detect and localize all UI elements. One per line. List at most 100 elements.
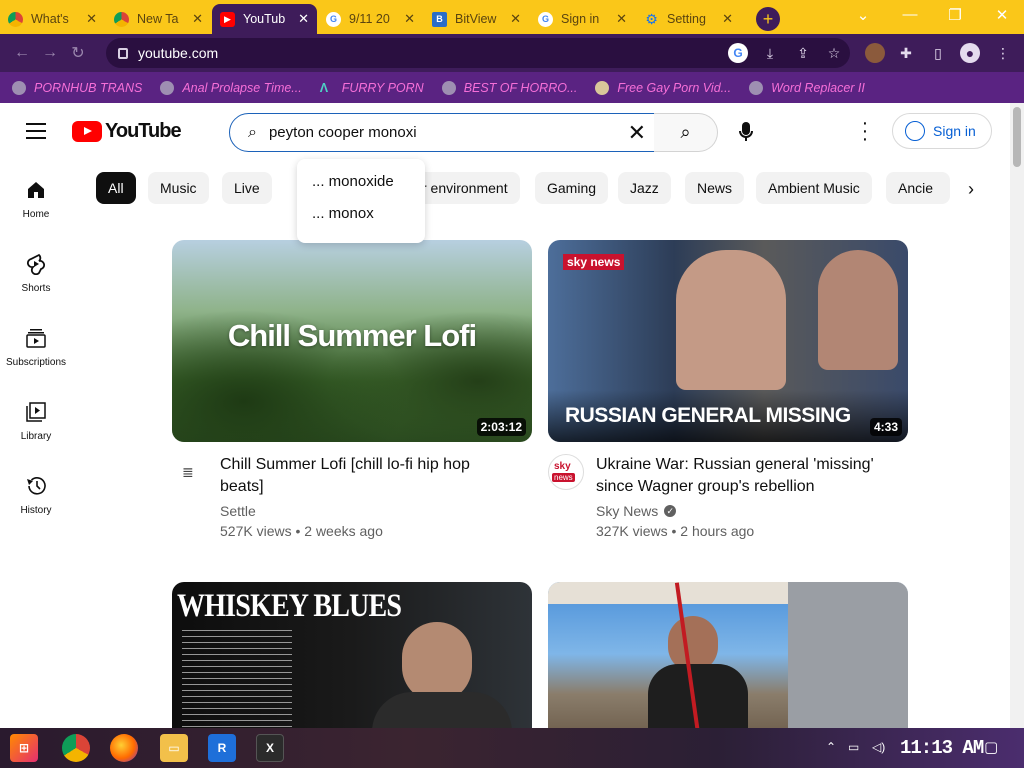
google-lens-icon[interactable]: G xyxy=(728,43,748,63)
taskbar-clock[interactable]: 11:13 AM xyxy=(900,737,984,759)
chip[interactable]: Ancie xyxy=(886,172,950,204)
channel-name[interactable]: Settle xyxy=(220,503,256,519)
page-scrollbar[interactable] xyxy=(1010,103,1024,728)
app-icon[interactable]: X xyxy=(256,734,284,762)
bookmark-item[interactable]: BEST OF HORRO... xyxy=(441,80,577,95)
browser-tab[interactable]: ⚙ Setting ✕ xyxy=(636,4,741,34)
scrollbar-thumb[interactable] xyxy=(1013,107,1021,167)
browser-tab[interactable]: G Sign in ✕ xyxy=(530,4,635,34)
close-tab-icon[interactable]: ✕ xyxy=(616,11,627,27)
guide-item-history[interactable]: History xyxy=(0,455,72,529)
browser-tab[interactable]: B BitView ✕ xyxy=(424,4,529,34)
start-button-icon[interactable]: ⊞ xyxy=(10,734,38,762)
close-tab-icon[interactable]: ✕ xyxy=(192,11,203,27)
reload-icon[interactable]: ↻ xyxy=(64,43,92,63)
tab-title: 9/11 20 xyxy=(349,12,390,26)
youtube-logo[interactable]: YouTube xyxy=(72,120,182,143)
menu-kebab-icon[interactable]: ⋮ xyxy=(993,43,1013,63)
bookmark-item[interactable]: Word Replacer II xyxy=(749,80,865,95)
close-tab-icon[interactable]: ✕ xyxy=(510,11,521,27)
channel-name[interactable]: Sky News ✓ xyxy=(596,503,677,519)
close-tab-icon[interactable]: ✕ xyxy=(86,11,97,27)
search-suggestion[interactable]: ... monox xyxy=(297,205,425,237)
bookmark-item[interactable]: Free Gay Porn Vid... xyxy=(595,80,731,95)
hamburger-menu-icon[interactable] xyxy=(26,123,46,139)
browser-tab[interactable]: What's ✕ xyxy=(0,4,105,34)
bookmark-label: Word Replacer II xyxy=(771,80,865,95)
chrome-icon[interactable] xyxy=(62,734,90,762)
bookmark-item[interactable]: PORNHUB TRANS xyxy=(12,80,142,95)
guide-label: Library xyxy=(20,431,52,442)
chip[interactable]: Live xyxy=(222,172,272,204)
browser-tab[interactable]: G 9/11 20 ✕ xyxy=(318,4,423,34)
new-tab-button[interactable]: + xyxy=(756,7,780,31)
chip[interactable]: r environment xyxy=(410,172,520,204)
chip[interactable]: News xyxy=(685,172,745,204)
tray-chevron-icon[interactable]: ⌃ xyxy=(826,740,836,754)
browser-tab-active[interactable]: ▶ YouTub ✕ xyxy=(212,4,317,34)
duration-badge: 2:03:12 xyxy=(476,418,526,436)
back-icon[interactable]: ← xyxy=(8,44,36,62)
guide-item-home[interactable]: Home xyxy=(0,159,72,233)
video-title[interactable]: Chill Summer Lofi [chill lo-fi hip hop b… xyxy=(220,454,510,498)
close-window-icon[interactable]: ✕ xyxy=(987,6,1017,24)
clear-search-icon[interactable]: ✕ xyxy=(628,120,646,146)
settings-kebab-icon[interactable]: · · · xyxy=(858,113,872,149)
chip[interactable]: Ambient Music xyxy=(756,172,872,204)
guide-item-subscriptions[interactable]: Subscriptions xyxy=(0,307,72,381)
guide-item-library[interactable]: Library xyxy=(0,381,72,455)
youtube-play-icon xyxy=(72,121,102,142)
bookmark-star-icon[interactable]: ☆ xyxy=(824,43,844,63)
close-tab-icon[interactable]: ✕ xyxy=(404,11,415,27)
voice-search-mic-icon[interactable] xyxy=(735,121,757,143)
video-thumbnail[interactable]: Chill Summer Lofi 2:03:12 xyxy=(172,240,532,442)
chip[interactable]: Gaming xyxy=(535,172,609,204)
search-button[interactable]: ⌕ xyxy=(654,113,718,152)
restore-icon[interactable]: ❐ xyxy=(940,6,970,24)
bookmark-label: FURRY PORN xyxy=(341,80,424,95)
channel-avatar[interactable]: sky news xyxy=(548,454,584,490)
globe-icon xyxy=(749,80,764,95)
close-tab-icon[interactable]: ✕ xyxy=(298,11,309,27)
firefox-icon[interactable] xyxy=(110,734,138,762)
minimize-icon[interactable]: — xyxy=(895,6,925,23)
search-icon: ⌕ xyxy=(680,122,691,142)
close-tab-icon[interactable]: ✕ xyxy=(722,11,733,27)
video-thumbnail[interactable]: sky news RUSSIAN GENERAL MISSING 4:33 xyxy=(548,240,908,442)
install-icon[interactable]: ⤓ xyxy=(760,43,780,63)
video-title-line: since Wagner group's rebellion xyxy=(596,478,815,495)
video-title[interactable]: Ukraine War: Russian general 'missing' s… xyxy=(596,454,896,498)
sign-in-button[interactable]: Sign in xyxy=(892,113,992,149)
chip-all[interactable]: All xyxy=(96,172,136,204)
search-input[interactable]: ⌕ peyton cooper monoxi ✕ xyxy=(229,113,655,152)
notifications-icon[interactable]: ▢ xyxy=(984,738,998,756)
lock-icon xyxy=(118,47,128,59)
bookmark-item[interactable]: Λ FURRY PORN xyxy=(320,81,424,95)
app-icon[interactable]: R xyxy=(208,734,236,762)
extensions-puzzle-icon[interactable]: ✚ xyxy=(896,43,916,63)
network-icon[interactable]: ▭ xyxy=(848,740,859,754)
forward-icon[interactable]: → xyxy=(36,44,64,62)
search-suggestion[interactable]: ... monoxide xyxy=(297,173,425,205)
chip[interactable]: Jazz xyxy=(618,172,671,204)
chrome-icon xyxy=(114,11,129,27)
share-icon[interactable]: ⇪ xyxy=(793,43,813,63)
tab-search-icon[interactable]: ⌄ xyxy=(848,6,878,24)
bookmark-item[interactable]: Anal Prolapse Time... xyxy=(160,80,302,95)
chip[interactable]: Music xyxy=(148,172,209,204)
profile-icon[interactable]: ● xyxy=(960,43,980,63)
video-thumbnail[interactable]: WHISKEY BLUES xyxy=(172,582,532,728)
chevron-right-icon[interactable]: › xyxy=(968,179,974,200)
extension-avatar-icon[interactable] xyxy=(865,43,885,63)
guide-item-shorts[interactable]: Shorts xyxy=(0,233,72,307)
video-thumbnail[interactable] xyxy=(548,582,908,728)
file-explorer-icon[interactable]: ▭ xyxy=(160,734,188,762)
side-panel-icon[interactable]: ▯ xyxy=(928,43,948,63)
globe-icon xyxy=(441,80,456,95)
volume-icon[interactable]: ◁) xyxy=(872,740,885,754)
browser-tab[interactable]: New Ta ✕ xyxy=(106,4,211,34)
tab-title: New Ta xyxy=(137,12,179,26)
google-icon: G xyxy=(538,11,553,27)
playlist-icon: ≣ xyxy=(182,464,194,480)
search-query: peyton cooper monoxi xyxy=(268,124,417,141)
